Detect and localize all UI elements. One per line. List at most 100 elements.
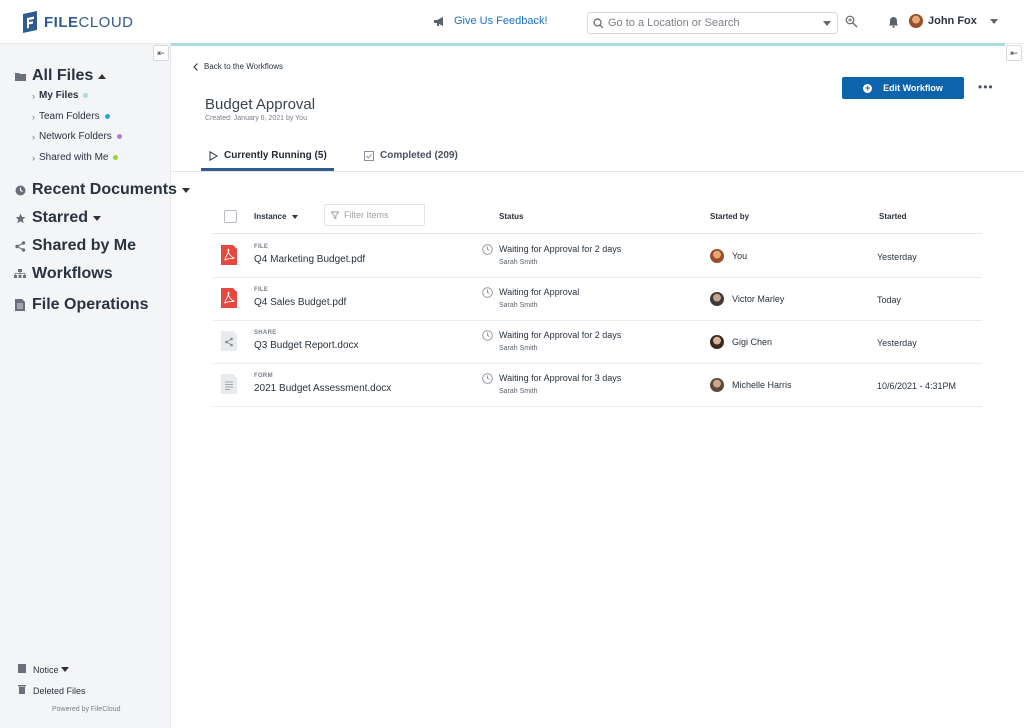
- chevron-right-icon: ›: [32, 111, 35, 122]
- sidebar-item-deleted-files[interactable]: Deleted Files: [18, 685, 86, 696]
- sidebar-item-label: All Files: [32, 67, 94, 84]
- filecloud-logo-icon: [23, 11, 37, 33]
- accent-bar: [171, 43, 1005, 46]
- column-header-instance[interactable]: Instance: [254, 212, 298, 221]
- table-row[interactable]: FILE Q4 Marketing Budget.pdf Waiting for…: [213, 235, 982, 278]
- chevron-left-icon: [193, 62, 198, 71]
- search-dropdown-icon[interactable]: [823, 21, 831, 26]
- started-by-name: Gigi Chen: [732, 337, 773, 347]
- star-icon: [14, 213, 26, 224]
- collapse-sidebar-icon[interactable]: ⇤: [153, 45, 169, 61]
- sidebar-item-label: Recent Documents: [32, 181, 177, 198]
- table-header: Instance Status Started by Started: [213, 204, 982, 234]
- page-subtitle: Created: January 6, 2021 by You: [205, 115, 307, 122]
- tab-completed[interactable]: Completed (209): [364, 150, 458, 161]
- sidebar-item-label: Starred: [32, 209, 89, 226]
- advanced-search-icon[interactable]: [845, 15, 858, 28]
- sidebar-item-label: My Files: [39, 90, 79, 101]
- document-icon: [14, 299, 26, 311]
- top-header: FILECLOUD Give Us Feedback! John Fox: [0, 0, 1024, 44]
- logo-text-bold: FILE: [44, 13, 79, 31]
- started-by-user: You: [710, 249, 747, 263]
- table-row[interactable]: FILE Q4 Sales Budget.pdf Waiting for App…: [213, 278, 982, 321]
- share-doc-icon: [221, 331, 237, 351]
- status-text: Waiting for Approval for 2 days: [499, 244, 622, 254]
- status-text: Waiting for Approval for 3 days: [499, 373, 622, 383]
- search-input[interactable]: [608, 17, 813, 29]
- instance-name[interactable]: 2021 Budget Assessment.docx: [254, 383, 391, 394]
- sidebar-item-notice[interactable]: Notice: [18, 664, 69, 675]
- sidebar-item-network-folders[interactable]: › Network Folders: [32, 131, 122, 142]
- color-dot: [116, 134, 122, 139]
- sidebar-item-starred[interactable]: Starred: [14, 209, 102, 227]
- instance-type: FILE: [254, 287, 269, 293]
- location-search[interactable]: [587, 12, 838, 34]
- clock-icon: [482, 287, 493, 298]
- folder-icon: [14, 72, 26, 81]
- sidebar-item-shared-with-me[interactable]: › Shared with Me: [32, 152, 119, 163]
- search-icon: [593, 17, 604, 28]
- megaphone-icon: [434, 16, 443, 26]
- avatar: [710, 378, 724, 392]
- sidebar-item-workflows[interactable]: Workflows: [14, 265, 113, 283]
- sidebar-item-label: Deleted Files: [33, 685, 86, 696]
- select-all-checkbox[interactable]: [224, 210, 237, 223]
- bell-icon[interactable]: [888, 16, 899, 28]
- collapse-panel-icon[interactable]: ⇤: [1006, 45, 1022, 61]
- logo-text-light: CLOUD: [78, 13, 134, 31]
- sidebar-item-file-operations[interactable]: File Operations: [14, 296, 148, 314]
- sidebar-item-shared-by-me[interactable]: Shared by Me: [14, 237, 136, 255]
- sidebar-item-my-files[interactable]: › My Files: [32, 90, 89, 101]
- sort-caret-icon: [291, 215, 298, 219]
- sidebar-item-all-files[interactable]: All Files: [14, 67, 107, 85]
- sidebar-item-team-folders[interactable]: › Team Folders: [32, 111, 110, 122]
- started-time: Yesterday: [877, 252, 917, 262]
- more-options-icon[interactable]: •••: [978, 80, 994, 94]
- user-name: John Fox: [928, 15, 977, 27]
- table-row[interactable]: SHARE Q3 Budget Report.docx Waiting for …: [213, 321, 982, 364]
- assignee-name: Sarah Smith: [499, 302, 538, 309]
- avatar: [710, 335, 724, 349]
- started-time: 10/6/2021 - 4:31PM: [877, 381, 957, 391]
- status-text: Waiting for Approval: [499, 287, 580, 297]
- instance-type: FORM: [254, 373, 273, 379]
- workflow-tabs: Currently Running (5) Completed (209): [171, 146, 1024, 172]
- edit-workflow-label: Edit Workflow: [883, 83, 943, 93]
- chevron-right-icon: ›: [32, 152, 35, 163]
- user-menu[interactable]: John Fox: [909, 14, 998, 28]
- form-doc-icon: [221, 374, 237, 394]
- filter-items-field[interactable]: [324, 204, 425, 226]
- chevron-down-icon: [181, 187, 190, 193]
- powered-by-text: Powered by FileCloud: [52, 706, 121, 713]
- instance-name[interactable]: Q4 Sales Budget.pdf: [254, 297, 346, 308]
- avatar: [710, 292, 724, 306]
- pdf-icon: [221, 245, 237, 265]
- chevron-down-icon: [60, 667, 69, 672]
- started-by-name: You: [732, 251, 748, 261]
- edit-workflow-button[interactable]: + Edit Workflow: [842, 77, 964, 99]
- workflow-icon: [14, 269, 26, 279]
- started-by-user: Victor Marley: [710, 292, 784, 306]
- sidebar-item-recent-documents[interactable]: Recent Documents: [14, 181, 190, 199]
- chevron-right-icon: ›: [32, 131, 35, 142]
- pdf-icon: [221, 288, 237, 308]
- color-dot: [113, 155, 119, 160]
- feedback-link[interactable]: Give Us Feedback!: [433, 15, 548, 27]
- table-row[interactable]: FORM 2021 Budget Assessment.docx Waiting…: [213, 364, 982, 407]
- tab-label: Completed (209): [380, 150, 458, 161]
- filter-items-input[interactable]: [344, 210, 424, 220]
- avatar: [710, 249, 724, 263]
- instance-name[interactable]: Q4 Marketing Budget.pdf: [254, 254, 365, 265]
- column-header-started-by: Started by: [710, 212, 750, 221]
- sidebar: ⇤ All Files › My Files › Team Folders › …: [0, 44, 190, 728]
- clock-icon: [482, 244, 493, 255]
- sidebar-item-label: Shared with Me: [39, 152, 109, 163]
- tab-currently-running[interactable]: Currently Running (5): [209, 150, 327, 161]
- chevron-down-icon: [989, 18, 998, 24]
- instance-name[interactable]: Q3 Budget Report.docx: [254, 340, 359, 351]
- chevron-down-icon: [93, 215, 102, 221]
- back-to-workflows-link[interactable]: Back to the Workflows: [193, 62, 283, 71]
- sidebar-item-label: Shared by Me: [32, 237, 137, 254]
- filecloud-logo[interactable]: FILECLOUD: [22, 11, 134, 33]
- color-dot: [104, 114, 110, 119]
